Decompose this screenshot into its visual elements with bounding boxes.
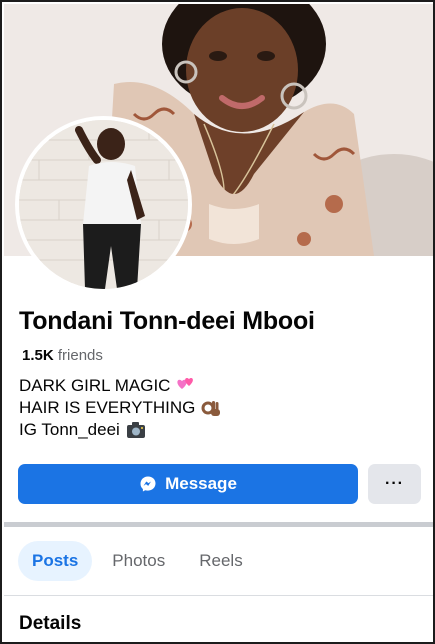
ok-hand-emoji-icon xyxy=(201,401,221,416)
bio-line-1-text: DARK GIRL MAGIC xyxy=(19,376,171,395)
details-heading: Details xyxy=(19,613,82,634)
tab-reels[interactable]: Reels xyxy=(185,541,256,581)
friends-number: 1.5K xyxy=(22,347,54,364)
friends-count[interactable]: 1.5K friends xyxy=(22,347,103,364)
friends-label: friends xyxy=(57,347,103,364)
bio-line-1: DARK GIRL MAGIC xyxy=(19,375,221,397)
bio-line-3-text: IG Tonn_deei xyxy=(19,420,120,439)
heart-emoji-icon xyxy=(177,377,194,389)
section-divider xyxy=(4,522,433,527)
profile-tabs: Posts Photos Reels xyxy=(18,541,257,581)
message-button-label: Message xyxy=(165,474,237,493)
bio-line-3: IG Tonn_deei xyxy=(19,419,221,441)
bio-line-2-text: HAIR IS EVERYTHING xyxy=(19,398,196,417)
profile-page: Tondani Tonn-deei Mbooi 1.5K friends DAR… xyxy=(0,0,435,644)
more-options-button[interactable]: ··· xyxy=(368,464,421,504)
more-options-label: ··· xyxy=(385,475,404,492)
profile-picture-image xyxy=(19,120,188,289)
camera-emoji-icon xyxy=(126,422,145,438)
bio-line-2: HAIR IS EVERYTHING xyxy=(19,397,221,419)
bio: DARK GIRL MAGIC HAIR IS EVERYTHING IG To… xyxy=(19,375,221,441)
profile-name: Tondani Tonn-deei Mbooi xyxy=(19,307,315,335)
profile-picture-frame[interactable] xyxy=(15,116,192,293)
tab-photos[interactable]: Photos xyxy=(98,541,179,581)
message-button[interactable]: Message xyxy=(18,464,358,504)
tab-posts[interactable]: Posts xyxy=(18,541,93,581)
profile-picture xyxy=(19,120,188,289)
messenger-icon xyxy=(140,476,156,492)
tabs-divider xyxy=(4,595,433,596)
